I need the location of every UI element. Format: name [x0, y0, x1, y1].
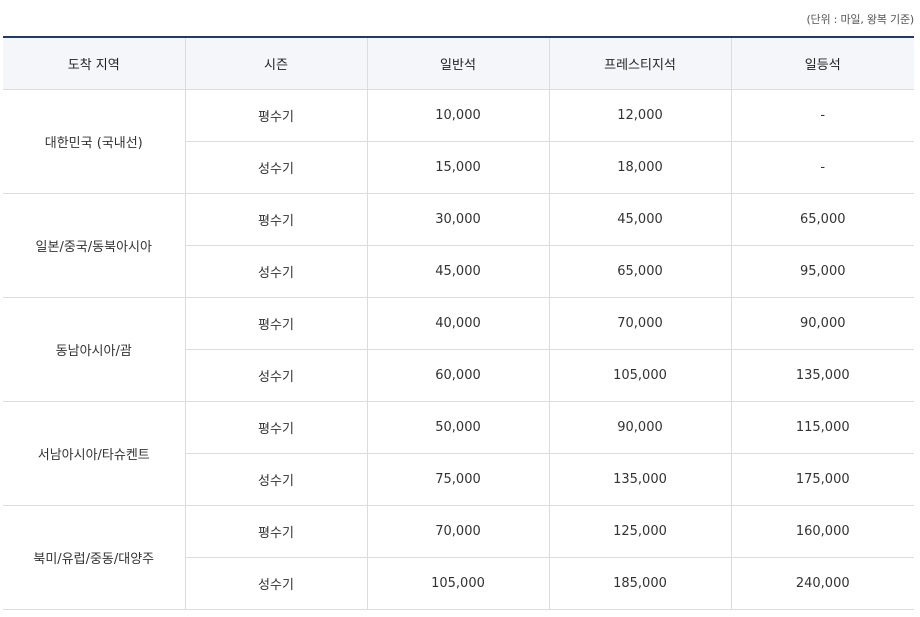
- prestige-cell: 18,000: [548, 141, 731, 194]
- first-cell: 160,000: [730, 505, 914, 558]
- table-header: 도착 지역 시즌 일반석 프레스티지석 일등석: [3, 36, 914, 90]
- first-cell: 95,000: [730, 245, 914, 298]
- header-prestige: 프레스티지석: [548, 36, 731, 90]
- first-cell: 135,000: [730, 349, 914, 402]
- region-cell: 동남아시아/괌: [3, 297, 185, 402]
- first-cell: -: [730, 89, 914, 142]
- season-cell: 평수기: [184, 505, 367, 558]
- prestige-cell: 70,000: [548, 297, 731, 350]
- economy-cell: 40,000: [366, 297, 549, 350]
- table-row: 동남아시아/괌 평수기 40,000 70,000 90,000: [3, 297, 914, 402]
- region-cell: 북미/유럽/중동/대양주: [3, 505, 185, 610]
- season-cell: 성수기: [184, 141, 367, 194]
- header-economy: 일반석: [366, 36, 549, 90]
- header-region: 도착 지역: [3, 36, 185, 90]
- first-cell: -: [730, 141, 914, 194]
- economy-cell: 70,000: [366, 505, 549, 558]
- economy-cell: 75,000: [366, 453, 549, 506]
- season-cell: 평수기: [184, 297, 367, 350]
- unit-note: (단위 : 마일, 왕복 기준): [806, 13, 914, 26]
- season-cell: 성수기: [184, 245, 367, 298]
- first-cell: 65,000: [730, 193, 914, 246]
- first-cell: 115,000: [730, 401, 914, 454]
- prestige-cell: 185,000: [548, 557, 731, 610]
- economy-cell: 15,000: [366, 141, 549, 194]
- prestige-cell: 65,000: [548, 245, 731, 298]
- mileage-table: 도착 지역 시즌 일반석 프레스티지석 일등석 대한민국 (국내선) 평수기 1…: [3, 36, 914, 610]
- season-cell: 성수기: [184, 349, 367, 402]
- season-cell: 평수기: [184, 193, 367, 246]
- table-row: 대한민국 (국내선) 평수기 10,000 12,000 -: [3, 89, 914, 194]
- prestige-cell: 105,000: [548, 349, 731, 402]
- table-row: 북미/유럽/중동/대양주 평수기 70,000 125,000 160,000: [3, 505, 914, 610]
- prestige-cell: 90,000: [548, 401, 731, 454]
- economy-cell: 105,000: [366, 557, 549, 610]
- header-season: 시즌: [184, 36, 367, 90]
- first-cell: 90,000: [730, 297, 914, 350]
- prestige-cell: 12,000: [548, 89, 731, 142]
- economy-cell: 60,000: [366, 349, 549, 402]
- table-row: 서남아시아/타슈켄트 평수기 50,000 90,000 115,000: [3, 401, 914, 506]
- table-row: 일본/중국/동북아시아 평수기 30,000 45,000 65,000: [3, 193, 914, 298]
- region-cell: 서남아시아/타슈켄트: [3, 401, 185, 506]
- economy-cell: 50,000: [366, 401, 549, 454]
- season-cell: 평수기: [184, 89, 367, 142]
- economy-cell: 30,000: [366, 193, 549, 246]
- prestige-cell: 135,000: [548, 453, 731, 506]
- first-cell: 240,000: [730, 557, 914, 610]
- prestige-cell: 45,000: [548, 193, 731, 246]
- table-body: 대한민국 (국내선) 평수기 10,000 12,000 - 성수기 15,00…: [3, 89, 914, 610]
- season-cell: 성수기: [184, 453, 367, 506]
- first-cell: 175,000: [730, 453, 914, 506]
- economy-cell: 10,000: [366, 89, 549, 142]
- economy-cell: 45,000: [366, 245, 549, 298]
- region-cell: 일본/중국/동북아시아: [3, 193, 185, 298]
- season-cell: 평수기: [184, 401, 367, 454]
- prestige-cell: 125,000: [548, 505, 731, 558]
- header-first: 일등석: [730, 36, 914, 90]
- region-cell: 대한민국 (국내선): [3, 89, 185, 194]
- season-cell: 성수기: [184, 557, 367, 610]
